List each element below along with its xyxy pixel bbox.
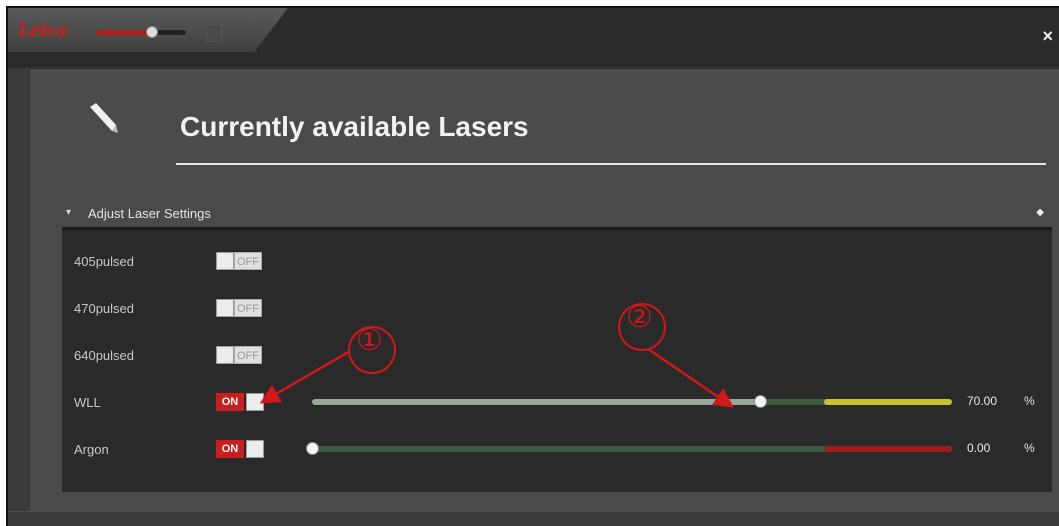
laser-label: 640pulsed xyxy=(74,348,134,363)
laser-label: 405pulsed xyxy=(74,254,134,269)
close-icon[interactable]: × xyxy=(1042,26,1053,47)
laser-toggle-wll[interactable]: ON xyxy=(216,391,266,411)
toggle-knob xyxy=(246,440,264,458)
bottom-bar xyxy=(8,511,1059,526)
laser-slider-argon[interactable] xyxy=(306,442,952,455)
annotation-1: ① xyxy=(356,323,383,358)
toggle-state: ON xyxy=(216,393,244,411)
laser-unit: % xyxy=(1024,394,1035,408)
slider-thumb[interactable] xyxy=(306,442,319,455)
tab-slider-fill xyxy=(96,30,152,35)
annotation-2: ② xyxy=(626,300,653,335)
pencil-icon xyxy=(90,103,118,133)
laser-label: Argon xyxy=(74,442,109,457)
toggle-state: OFF xyxy=(234,252,262,270)
section-title: Adjust Laser Settings xyxy=(88,206,211,221)
tab-box-icon[interactable] xyxy=(206,24,222,42)
laser-row-640pulsed: 640pulsed OFF xyxy=(62,344,1052,368)
laser-value: 0.00 xyxy=(967,441,991,455)
toggle-knob xyxy=(216,346,234,364)
laser-row-wll: WLL ON 70.00 % xyxy=(62,391,1052,415)
page-title: Currently available Lasers xyxy=(180,111,529,142)
slider-thumb[interactable] xyxy=(754,395,767,408)
toggle-state: ON xyxy=(216,440,244,458)
laser-toggle-argon[interactable]: ON xyxy=(216,438,266,458)
laser-toggle-640pulsed[interactable]: OFF xyxy=(216,344,266,364)
laser-list: 405pulsed OFF 470pulsed OFF 640pulsed OF… xyxy=(62,227,1052,492)
toggle-state: OFF xyxy=(234,299,262,317)
title-bar: Leica × xyxy=(8,8,1059,68)
toggle-knob xyxy=(216,252,234,270)
section-header-adjust-laser[interactable]: ▾ Adjust Laser Settings ◆ xyxy=(52,201,1052,227)
laser-toggle-470pulsed[interactable]: OFF xyxy=(216,297,266,317)
laser-value: 70.00 xyxy=(967,394,998,408)
pin-icon[interactable]: ◆ xyxy=(1036,207,1044,218)
toggle-knob xyxy=(216,299,234,317)
laser-row-470pulsed: 470pulsed OFF xyxy=(62,297,1052,321)
title-divider xyxy=(176,163,1046,165)
laser-label: WLL xyxy=(74,395,101,410)
laser-row-argon: Argon ON 0.00 % xyxy=(62,438,1052,462)
leica-logo: Leica xyxy=(18,20,68,41)
laser-unit: % xyxy=(1024,441,1035,455)
laser-row-405pulsed: 405pulsed OFF xyxy=(62,250,1052,274)
laser-slider-wll[interactable] xyxy=(312,395,952,408)
slider-warn-zone xyxy=(824,399,952,405)
slider-fill xyxy=(312,399,760,405)
app-window: Leica × Currently available Lasers ▾ Adj… xyxy=(6,6,1059,526)
laser-label: 470pulsed xyxy=(74,301,134,316)
tab-slider-thumb[interactable] xyxy=(146,26,158,38)
collapse-icon[interactable]: ▾ xyxy=(66,207,71,218)
slider-warn-zone xyxy=(824,446,952,452)
toggle-state: OFF xyxy=(234,346,262,364)
window-tab: Leica xyxy=(8,8,288,52)
tab-slider[interactable] xyxy=(96,26,186,38)
toggle-knob xyxy=(246,393,264,411)
laser-toggle-405pulsed[interactable]: OFF xyxy=(216,250,266,270)
lasers-panel: Currently available Lasers ▾ Adjust Lase… xyxy=(30,70,1059,526)
